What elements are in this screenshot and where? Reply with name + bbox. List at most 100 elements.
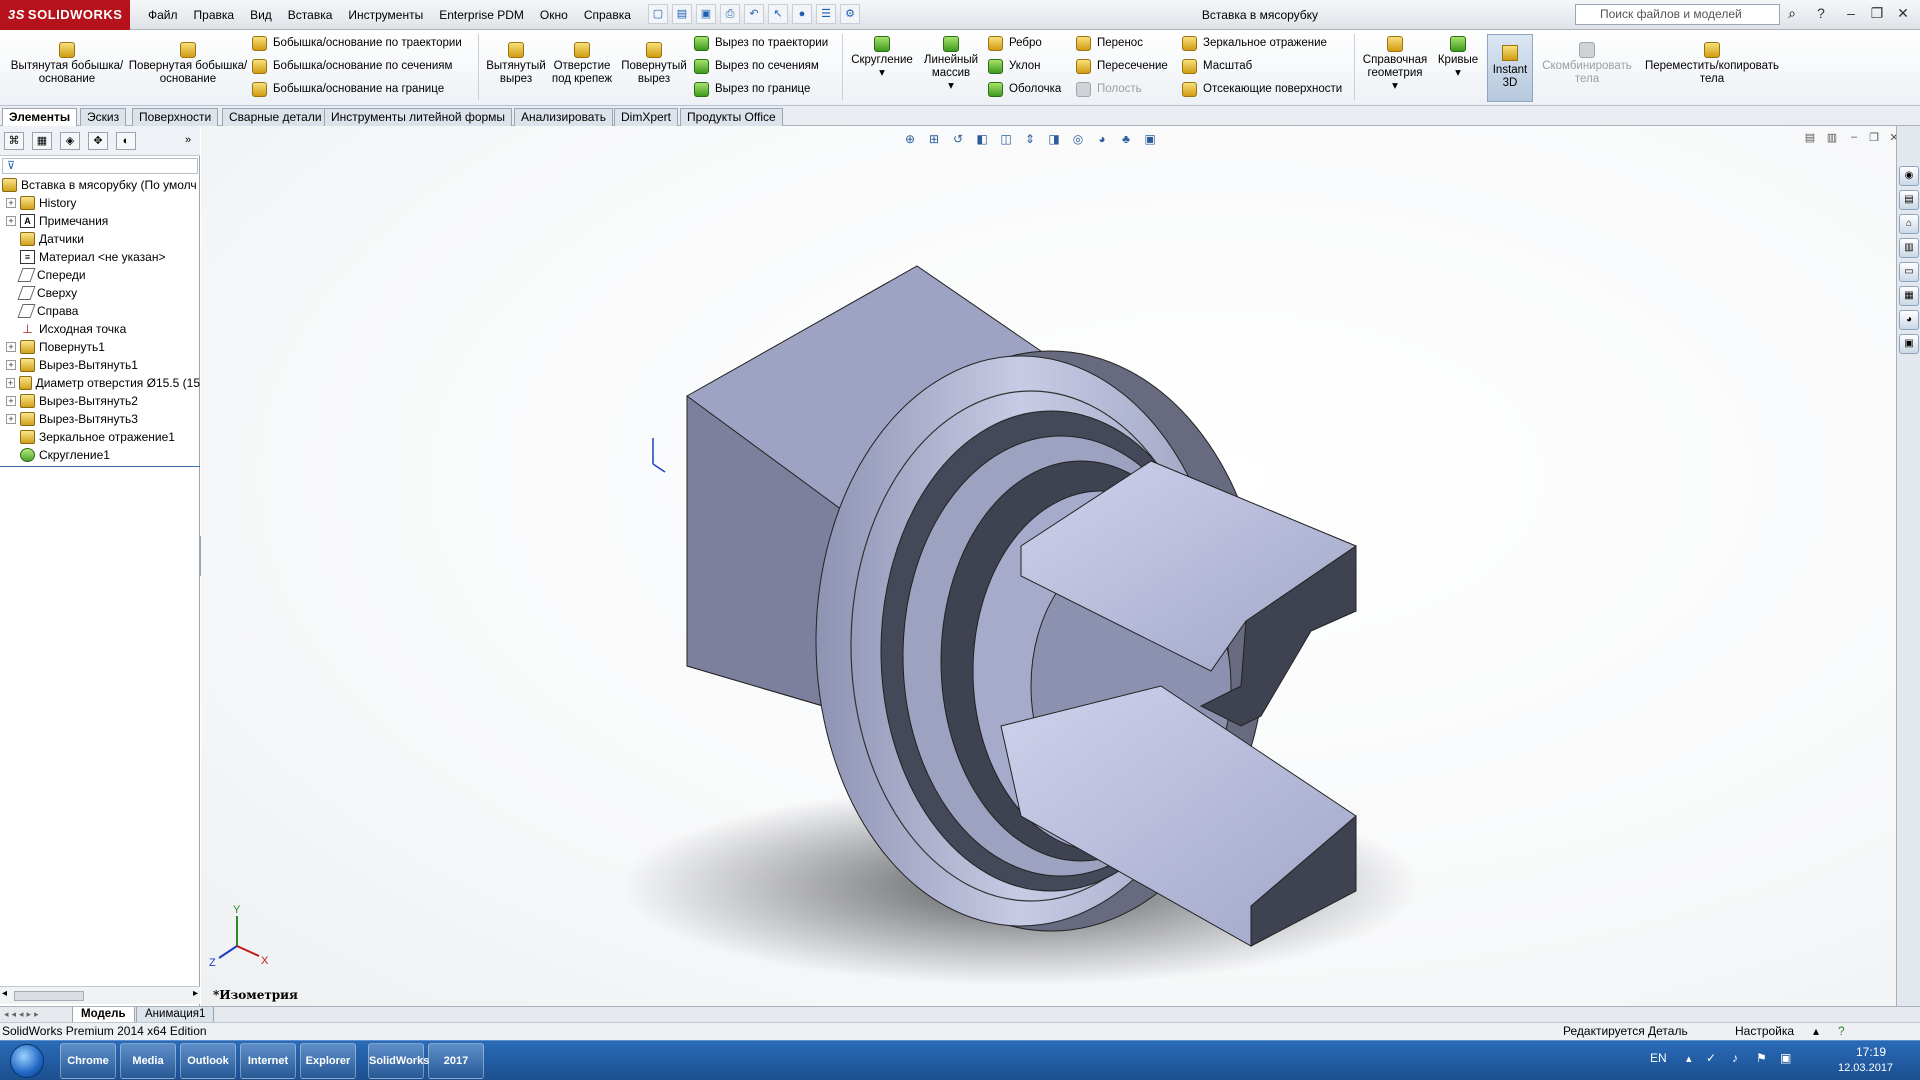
custom-properties-icon[interactable]: ▣: [1899, 334, 1919, 354]
language-indicator[interactable]: EN: [1650, 1051, 1667, 1065]
taskbar-media-player[interactable]: Media Player: [120, 1043, 176, 1079]
tree-item-sensors[interactable]: Датчики: [0, 230, 200, 248]
chevron-down-icon[interactable]: ▾: [1455, 67, 1461, 79]
select-arrow-icon[interactable]: ↖: [768, 4, 788, 24]
fillet-button[interactable]: Скругление ▾: [846, 36, 918, 80]
search-input[interactable]: Поиск файлов и моделей: [1575, 4, 1780, 25]
instant3d-toggle[interactable]: Instant 3D: [1487, 34, 1533, 102]
solidworks-logo[interactable]: 3S SOLIDWORKS: [0, 0, 130, 30]
expand-icon[interactable]: +: [6, 396, 16, 406]
cut-surfaces-button[interactable]: Отсекающие поверхности: [1182, 80, 1342, 98]
menu-view[interactable]: Вид: [242, 0, 280, 30]
extruded-cut-button[interactable]: Вытянутый вырез: [482, 42, 550, 86]
expand-icon[interactable]: +: [6, 414, 16, 424]
chevron-down-icon[interactable]: ▾: [879, 67, 885, 79]
options-icon[interactable]: ⚙: [840, 4, 860, 24]
expand-icon[interactable]: +: [6, 378, 15, 388]
shell-button[interactable]: Оболочка: [988, 80, 1061, 98]
tray-arrow-icon[interactable]: ▴: [1686, 1052, 1692, 1065]
property-manager-tab-icon[interactable]: ▦: [32, 132, 52, 150]
menu-help[interactable]: Справка: [576, 0, 639, 30]
save-icon[interactable]: ▣: [696, 4, 716, 24]
new-document-icon[interactable]: ▢: [648, 4, 668, 24]
status-units[interactable]: Настройка: [1735, 1023, 1794, 1040]
intersect-button[interactable]: Пересечение: [1076, 57, 1168, 75]
revolved-cut-button[interactable]: Повернутый вырез: [614, 42, 694, 86]
swept-cut-button[interactable]: Вырез по траектории: [694, 34, 828, 52]
tab-evaluate[interactable]: Анализировать: [514, 108, 613, 126]
undo-icon[interactable]: ↶: [744, 4, 764, 24]
boundary-boss-button[interactable]: Бобышка/основание на границе: [252, 80, 444, 98]
move-copy-bodies-button[interactable]: Переместить/копировать тела: [1636, 42, 1788, 86]
swept-boss-button[interactable]: Бобышка/основание по траектории: [252, 34, 462, 52]
lofted-cut-button[interactable]: Вырез по сечениям: [694, 57, 819, 75]
model-render[interactable]: Y X Z: [201, 126, 1896, 1006]
tray-flag-icon[interactable]: ⚑: [1756, 1051, 1767, 1065]
tab-weldments[interactable]: Сварные детали: [222, 108, 329, 126]
rebuild-icon[interactable]: ●: [792, 4, 812, 24]
combine-bodies-button[interactable]: Скомбинировать тела: [1538, 42, 1636, 86]
tree-item-cut-extrude2[interactable]: + Вырез-Вытянуть2: [0, 392, 200, 410]
home-icon[interactable]: ⌂: [1899, 214, 1919, 234]
restore-icon[interactable]: ❐: [1866, 4, 1888, 24]
feature-manager-tab-icon[interactable]: ⌘: [4, 132, 24, 150]
dimxpert-manager-tab-icon[interactable]: ✥: [88, 132, 108, 150]
display-manager-tab-icon[interactable]: ◐: [116, 132, 136, 150]
wrap-button[interactable]: Перенос: [1076, 34, 1143, 52]
expand-icon[interactable]: +: [6, 198, 16, 208]
expand-icon[interactable]: +: [6, 216, 16, 226]
tree-root-part[interactable]: Вставка в мясорубку (По умолч: [0, 176, 200, 194]
chevron-right-icon[interactable]: »: [178, 132, 198, 150]
configuration-manager-tab-icon[interactable]: ◈: [60, 132, 80, 150]
tree-item-annotations[interactable]: + A Примечания: [0, 212, 200, 230]
draft-button[interactable]: Уклон: [988, 57, 1041, 75]
close-icon[interactable]: ✕: [1892, 4, 1914, 24]
tree-item-history[interactable]: + History: [0, 194, 200, 212]
menu-window[interactable]: Окно: [532, 0, 576, 30]
rollback-bar[interactable]: [0, 466, 200, 467]
file-properties-icon[interactable]: ☰: [816, 4, 836, 24]
tab-animation1[interactable]: Анимация1: [136, 1007, 215, 1023]
graphics-area[interactable]: ⊕ ⊞ ↺ ◧ ◫ ⇕ ◨ ◎ ◕ ♣ ▣ ▤ ▥ – ❐ ✕ Y X Z *И…: [201, 126, 1896, 1006]
tree-item-fillet1[interactable]: Скругление1: [0, 446, 200, 464]
menu-tools[interactable]: Инструменты: [340, 0, 431, 30]
chevron-down-icon[interactable]: ▾: [1392, 80, 1398, 92]
tab-surfaces[interactable]: Поверхности: [132, 108, 219, 126]
tree-filter-input[interactable]: ⊽: [2, 158, 198, 174]
tree-item-origin[interactable]: ⊥ Исходная точка: [0, 320, 200, 338]
minimize-icon[interactable]: –: [1840, 4, 1862, 24]
rib-button[interactable]: Ребро: [988, 34, 1042, 52]
tab-features[interactable]: Элементы: [2, 108, 78, 126]
taskbar-ie[interactable]: Internet Explorer: [240, 1043, 296, 1079]
scrollbar-thumb[interactable]: [14, 991, 84, 1001]
tree-item-mirror1[interactable]: Зеркальное отражение1: [0, 428, 200, 446]
open-folder-icon[interactable]: ▤: [672, 4, 692, 24]
menu-epdm[interactable]: Enterprise PDM: [431, 0, 532, 30]
tree-item-cut-extrude1[interactable]: + Вырез-Вытянуть1: [0, 356, 200, 374]
clock-date[interactable]: 12.03.2017: [1838, 1062, 1893, 1074]
scale-button[interactable]: Масштаб: [1182, 57, 1252, 75]
taskbar-solidworks[interactable]: SolidWorks: [368, 1043, 429, 1079]
tab-sketch[interactable]: Эскиз: [80, 108, 127, 126]
reference-geometry-button[interactable]: Справочная геометрия ▾: [1356, 36, 1434, 93]
tab-model[interactable]: Модель: [72, 1007, 135, 1023]
linear-pattern-button[interactable]: Линейный массив ▾: [918, 36, 984, 93]
clock-time[interactable]: 17:19: [1856, 1045, 1886, 1059]
tab-dimxpert[interactable]: DimXpert: [614, 108, 679, 126]
solidworks-resources-icon[interactable]: ◉: [1899, 166, 1919, 186]
menu-insert[interactable]: Вставка: [280, 0, 341, 30]
start-button[interactable]: [2, 1041, 52, 1080]
expand-icon[interactable]: +: [6, 342, 16, 352]
tab-mold-tools[interactable]: Инструменты литейной формы: [324, 108, 513, 126]
tree-item-hole[interactable]: + Диаметр отверстия Ø15.5 (15: [0, 374, 200, 392]
menu-file[interactable]: Файл: [140, 0, 186, 30]
dome-button[interactable]: Полость: [1076, 80, 1142, 98]
scroll-right-icon[interactable]: ▸: [193, 988, 198, 999]
menu-edit[interactable]: Правка: [186, 0, 243, 30]
search-icon[interactable]: ⌕: [1782, 5, 1802, 25]
taskbar-chrome[interactable]: Chrome: [60, 1043, 116, 1079]
tree-item-material[interactable]: ≡ Материал <не указан>: [0, 248, 200, 266]
help-icon[interactable]: ?: [1810, 4, 1832, 24]
tree-item-cut-extrude3[interactable]: + Вырез-Вытянуть3: [0, 410, 200, 428]
chevron-up-icon[interactable]: ▴: [1813, 1023, 1819, 1040]
